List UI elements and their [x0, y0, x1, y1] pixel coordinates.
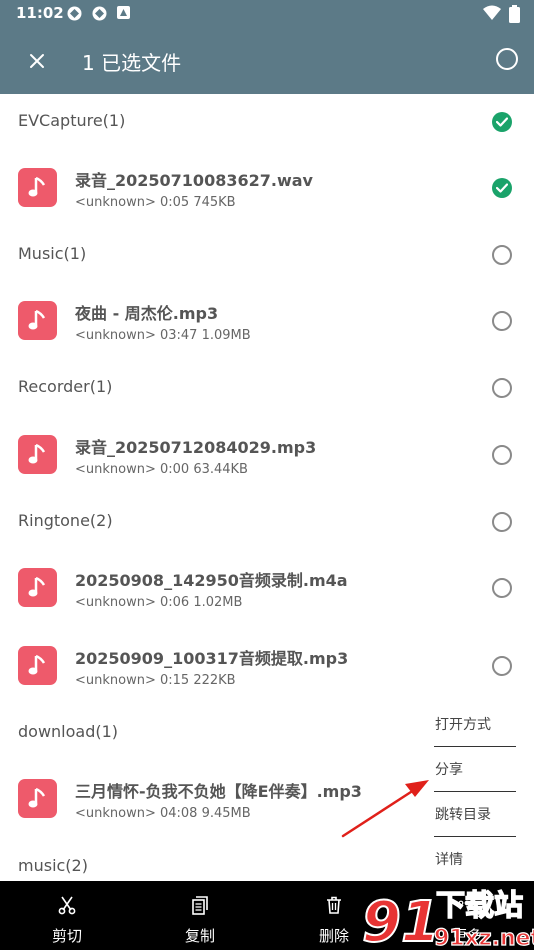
selection-toolbar: 1 已选文件 — [0, 28, 534, 94]
notification-icon — [117, 6, 130, 19]
cut-button[interactable]: 剪切 — [27, 881, 107, 950]
music-file-icon — [18, 168, 57, 207]
file-meta: <unknown> 0:05 745KB — [75, 195, 236, 210]
group-header-ringtone[interactable]: Ringtone(2) — [0, 494, 534, 550]
file-row[interactable]: 20250909_100317音频提取.mp3 <unknown> 0:15 2… — [0, 627, 534, 705]
file-row[interactable]: 录音_20250712084029.mp3 <unknown> 0:00 63.… — [0, 416, 534, 494]
menu-item-share[interactable]: 分享 — [434, 747, 516, 792]
music-file-icon — [18, 646, 57, 685]
group-title: Ringtone(2) — [18, 511, 113, 530]
file-meta: <unknown> 0:15 222KB — [75, 673, 236, 688]
wifi-icon — [483, 5, 501, 20]
close-icon — [30, 54, 44, 68]
group-header-recorder[interactable]: Recorder(1) — [0, 360, 534, 416]
group-title: music(2) — [18, 856, 88, 875]
check-icon — [496, 183, 508, 193]
file-meta: <unknown> 0:06 1.02MB — [75, 595, 243, 610]
file-name: 三月情怀-负我不负她【降E伴奏】.mp3 — [75, 782, 362, 801]
watermark-logo-digits: 91 — [362, 890, 440, 950]
file-checkbox[interactable] — [492, 311, 512, 331]
group-checkbox[interactable] — [492, 512, 512, 532]
watermark-text: 下载站 — [436, 888, 523, 922]
menu-item-label: 跳转目录 — [435, 807, 491, 823]
copy-button[interactable]: 复制 — [160, 881, 240, 950]
overflow-menu: 打开方式 分享 跳转目录 详情 — [422, 702, 528, 882]
copy-label: 复制 — [184, 927, 215, 945]
file-meta: <unknown> 03:47 1.09MB — [75, 328, 251, 343]
watermark-site: 91xz.net — [434, 926, 534, 950]
file-checkbox-checked[interactable] — [492, 178, 512, 198]
cut-label: 剪切 — [51, 927, 82, 945]
file-name: 夜曲 - 周杰伦.mp3 — [75, 304, 219, 323]
menu-item-label: 打开方式 — [435, 717, 491, 733]
sync-icon — [67, 6, 82, 21]
group-header-evcapture[interactable]: EVCapture(1) — [0, 94, 534, 150]
file-checkbox[interactable] — [492, 445, 512, 465]
menu-item-go-to-folder[interactable]: 跳转目录 — [434, 792, 516, 837]
select-all-checkbox[interactable] — [496, 48, 518, 70]
file-name: 录音_20250712084029.mp3 — [75, 438, 317, 457]
menu-item-details[interactable]: 详情 — [434, 837, 516, 882]
file-name: 20250908_142950音频录制.m4a — [75, 571, 348, 590]
group-title: Recorder(1) — [18, 377, 113, 396]
scissors-icon — [58, 896, 76, 915]
copy-icon — [192, 896, 208, 915]
music-file-icon — [18, 301, 57, 340]
file-meta: <unknown> 04:08 9.45MB — [75, 806, 251, 821]
group-title: download(1) — [18, 722, 119, 741]
selection-title: 1 已选文件 — [82, 51, 182, 75]
file-name: 20250909_100317音频提取.mp3 — [75, 649, 349, 668]
file-checkbox[interactable] — [492, 656, 512, 676]
menu-item-label: 分享 — [435, 762, 463, 778]
group-title: EVCapture(1) — [18, 111, 126, 130]
file-row[interactable]: 夜曲 - 周杰伦.mp3 <unknown> 03:47 1.09MB — [0, 282, 534, 360]
group-header-music[interactable]: Music(1) — [0, 227, 534, 283]
trash-icon — [327, 896, 341, 914]
menu-item-label: 详情 — [435, 852, 463, 868]
music-file-icon — [18, 435, 57, 474]
music-file-icon — [18, 779, 57, 818]
group-checkbox-checked[interactable] — [492, 112, 512, 132]
group-title: Music(1) — [18, 244, 87, 263]
file-meta: <unknown> 0:00 63.44KB — [75, 462, 248, 477]
file-row[interactable]: 录音_20250710083627.wav <unknown> 0:05 745… — [0, 149, 534, 227]
status-bar: 11:02 — [0, 0, 534, 28]
status-time: 11:02 — [16, 4, 64, 22]
menu-item-open-with[interactable]: 打开方式 — [434, 702, 516, 747]
battery-icon — [509, 5, 520, 23]
site-watermark: 91 下载站 91xz.net — [362, 887, 534, 950]
group-checkbox[interactable] — [492, 378, 512, 398]
file-checkbox[interactable] — [492, 578, 512, 598]
music-file-icon — [18, 568, 57, 607]
file-row[interactable]: 20250908_142950音频录制.m4a <unknown> 0:06 1… — [0, 549, 534, 627]
sync-icon — [92, 6, 107, 21]
file-name: 录音_20250710083627.wav — [75, 171, 313, 190]
check-icon — [496, 117, 508, 127]
group-checkbox[interactable] — [492, 245, 512, 265]
close-button[interactable] — [22, 46, 52, 76]
